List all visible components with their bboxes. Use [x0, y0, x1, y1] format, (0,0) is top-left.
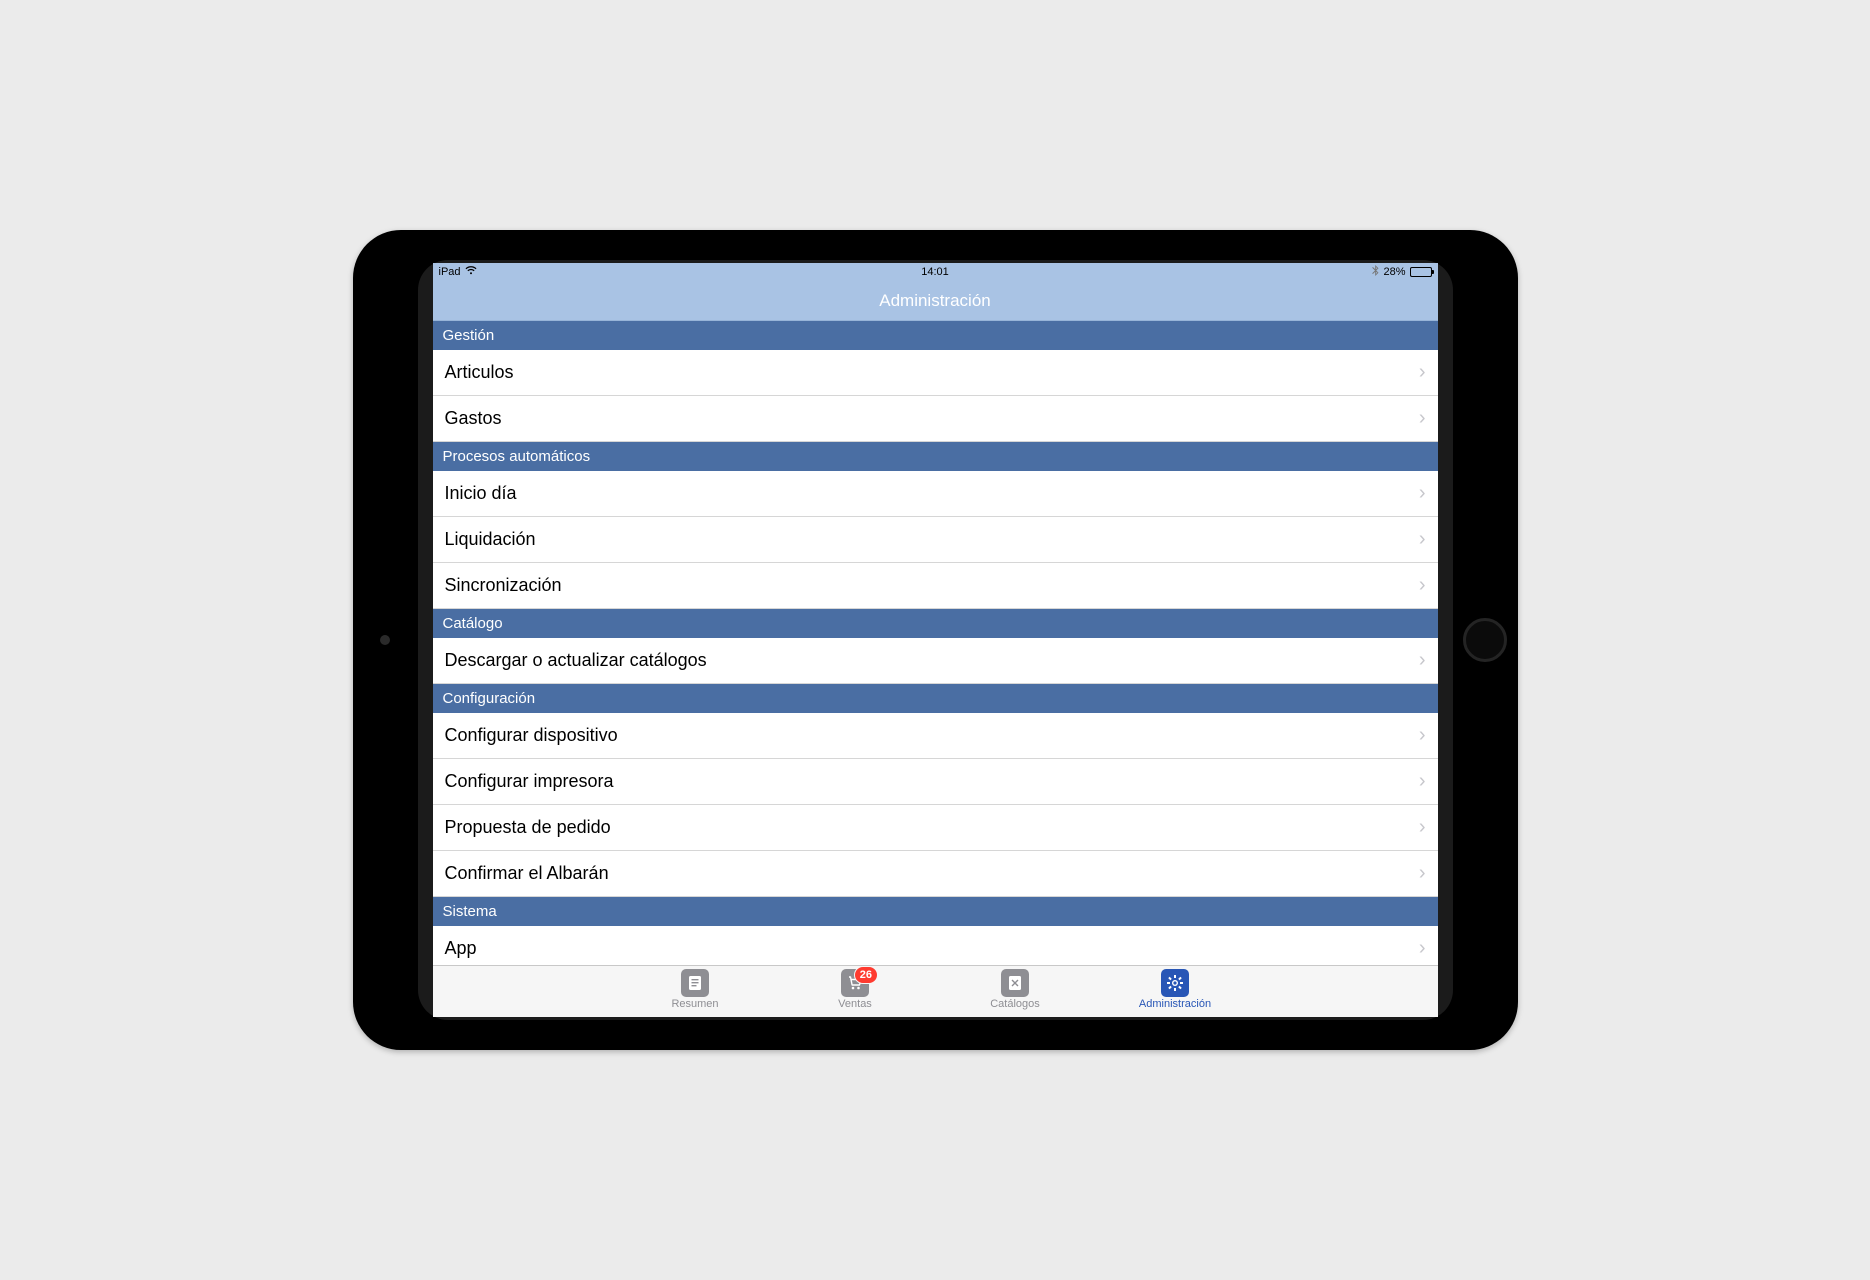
chevron-right-icon: › — [1419, 528, 1426, 551]
row-label: Sincronización — [445, 575, 1419, 596]
device-inner: iPad 14:01 28% Administración — [418, 260, 1453, 1020]
tab-resumen[interactable]: Resumen — [650, 969, 740, 1017]
battery-icon — [1410, 267, 1432, 277]
section-header-configuracion: Configuración — [433, 684, 1438, 713]
chevron-right-icon: › — [1419, 407, 1426, 430]
tab-label: Catálogos — [990, 998, 1040, 1010]
device-label: iPad — [439, 266, 461, 278]
section-header-procesos: Procesos automáticos — [433, 442, 1438, 471]
row-label: Inicio día — [445, 483, 1419, 504]
tab-bar: Resumen 26 Ventas Catálogos — [433, 965, 1438, 1017]
row-app[interactable]: App › — [433, 926, 1438, 965]
chevron-right-icon: › — [1419, 724, 1426, 747]
nav-header: Administración — [433, 281, 1438, 321]
row-articulos[interactable]: Articulos › — [433, 350, 1438, 396]
gear-icon — [1161, 969, 1189, 997]
row-propuesta-pedido[interactable]: Propuesta de pedido › — [433, 805, 1438, 851]
chevron-right-icon: › — [1419, 574, 1426, 597]
tab-label: Ventas — [838, 998, 872, 1010]
chevron-right-icon: › — [1419, 361, 1426, 384]
section-header-sistema: Sistema — [433, 897, 1438, 926]
chevron-right-icon: › — [1419, 862, 1426, 885]
section-header-gestion: Gestión — [433, 321, 1438, 350]
page-title: Administración — [879, 291, 991, 311]
camera-dot — [380, 635, 390, 645]
tab-label: Administración — [1139, 998, 1211, 1010]
status-left: iPad — [439, 266, 477, 278]
chevron-right-icon: › — [1419, 770, 1426, 793]
row-label: Articulos — [445, 362, 1419, 383]
catalog-icon — [1001, 969, 1029, 997]
section-header-catalogo: Catálogo — [433, 609, 1438, 638]
status-right: 28% — [1372, 265, 1431, 279]
row-label: App — [445, 938, 1419, 959]
tab-label: Resumen — [671, 998, 718, 1010]
screen: iPad 14:01 28% Administración — [433, 263, 1438, 1017]
chevron-right-icon: › — [1419, 816, 1426, 839]
row-label: Configurar impresora — [445, 771, 1419, 792]
row-label: Propuesta de pedido — [445, 817, 1419, 838]
badge-ventas: 26 — [854, 966, 878, 984]
row-label: Confirmar el Albarán — [445, 863, 1419, 884]
row-label: Gastos — [445, 408, 1419, 429]
tab-catalogos[interactable]: Catálogos — [970, 969, 1060, 1017]
row-confirmar-albaran[interactable]: Confirmar el Albarán › — [433, 851, 1438, 897]
row-inicio-dia[interactable]: Inicio día › — [433, 471, 1438, 517]
row-configurar-impresora[interactable]: Configurar impresora › — [433, 759, 1438, 805]
row-gastos[interactable]: Gastos › — [433, 396, 1438, 442]
home-button[interactable] — [1463, 618, 1507, 662]
tab-ventas[interactable]: 26 Ventas — [810, 969, 900, 1017]
row-label: Liquidación — [445, 529, 1419, 550]
row-sincronizacion[interactable]: Sincronización › — [433, 563, 1438, 609]
document-icon — [681, 969, 709, 997]
row-descargar-catalogos[interactable]: Descargar o actualizar catálogos › — [433, 638, 1438, 684]
battery-percent: 28% — [1383, 266, 1405, 278]
row-liquidacion[interactable]: Liquidación › — [433, 517, 1438, 563]
row-configurar-dispositivo[interactable]: Configurar dispositivo › — [433, 713, 1438, 759]
content-list[interactable]: Gestión Articulos › Gastos › Procesos au… — [433, 321, 1438, 965]
ipad-device-frame: iPad 14:01 28% Administración — [353, 230, 1518, 1050]
row-label: Descargar o actualizar catálogos — [445, 650, 1419, 671]
chevron-right-icon: › — [1419, 482, 1426, 505]
bluetooth-icon — [1372, 265, 1379, 279]
chevron-right-icon: › — [1419, 649, 1426, 672]
status-bar: iPad 14:01 28% — [433, 263, 1438, 281]
status-time: 14:01 — [921, 266, 949, 278]
tab-administracion[interactable]: Administración — [1130, 969, 1220, 1017]
chevron-right-icon: › — [1419, 937, 1426, 960]
row-label: Configurar dispositivo — [445, 725, 1419, 746]
wifi-icon — [465, 266, 477, 278]
